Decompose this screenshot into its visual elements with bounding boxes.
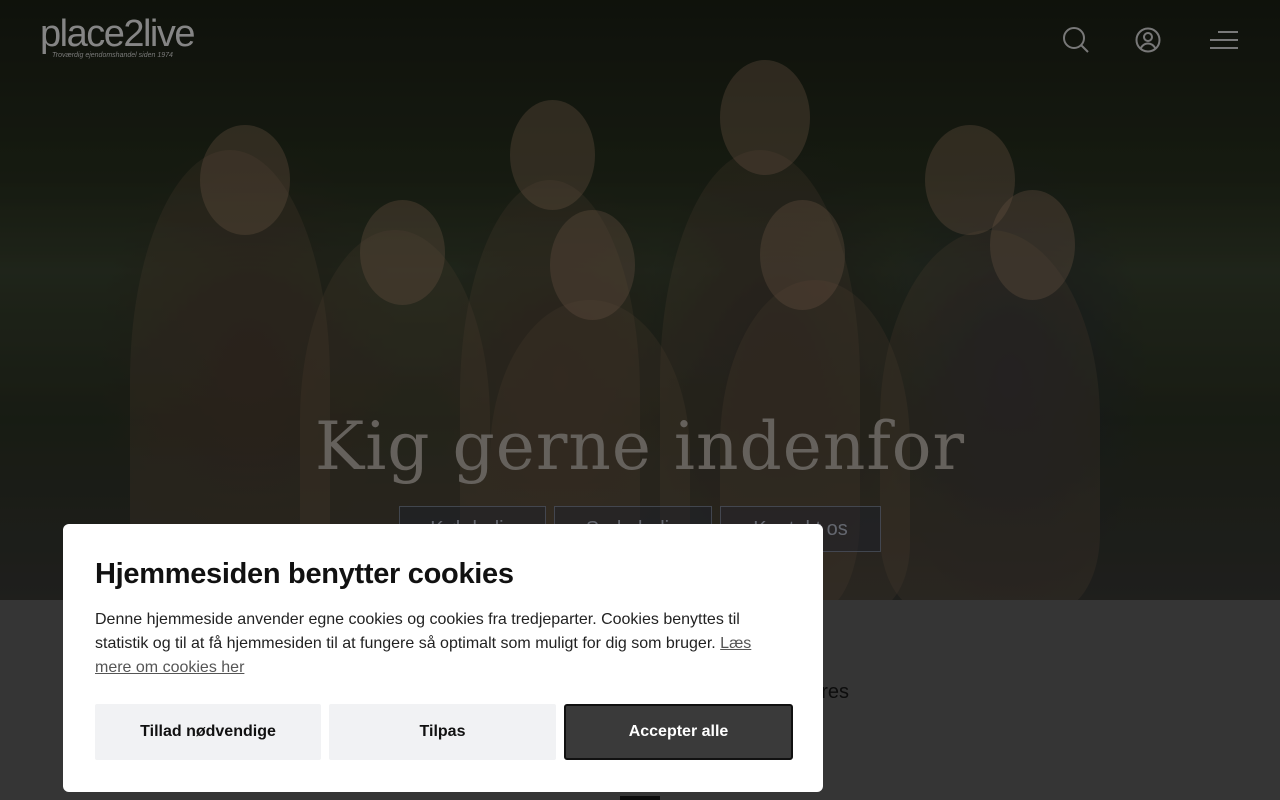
- cookie-dialog-title: Hjemmesiden benytter cookies: [95, 558, 514, 590]
- cookie-dialog-actions: Tillad nødvendige Tilpas Accepter alle: [95, 704, 793, 760]
- cookie-dialog-body: Denne hjemmeside anvender egne cookies o…: [95, 608, 775, 680]
- customize-button[interactable]: Tilpas: [329, 704, 556, 760]
- cookie-dialog-text: Denne hjemmeside anvender egne cookies o…: [95, 611, 740, 652]
- cookie-consent-dialog: Hjemmesiden benytter cookies Denne hjemm…: [63, 524, 823, 792]
- allow-necessary-button[interactable]: Tillad nødvendige: [95, 704, 321, 760]
- accept-all-button[interactable]: Accepter alle: [564, 704, 793, 760]
